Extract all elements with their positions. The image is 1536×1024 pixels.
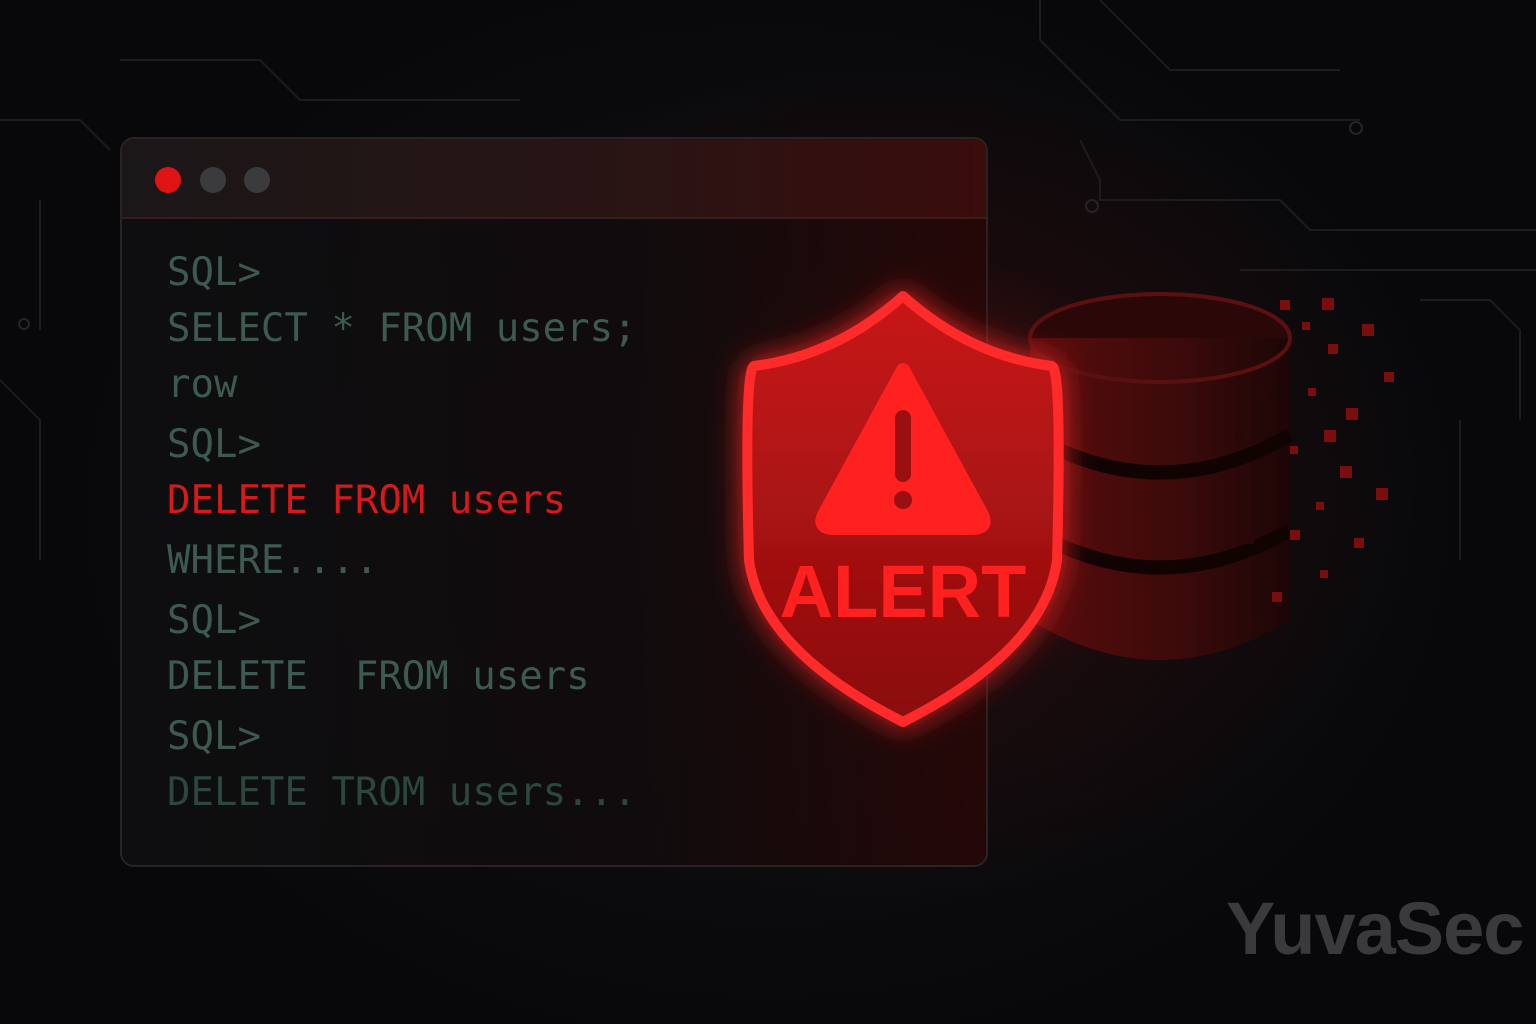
minimize-window-button[interactable] xyxy=(200,167,226,193)
alert-shield: ALERT xyxy=(700,260,1100,760)
alert-label: ALERT xyxy=(780,550,1027,633)
sql-delete-statement-typo: DELETE TROM users... xyxy=(167,770,637,815)
close-window-button[interactable] xyxy=(155,167,181,193)
terminal-titlebar xyxy=(122,139,986,219)
brand-watermark: YuvaSec xyxy=(1226,887,1524,970)
maximize-window-button[interactable] xyxy=(244,167,270,193)
